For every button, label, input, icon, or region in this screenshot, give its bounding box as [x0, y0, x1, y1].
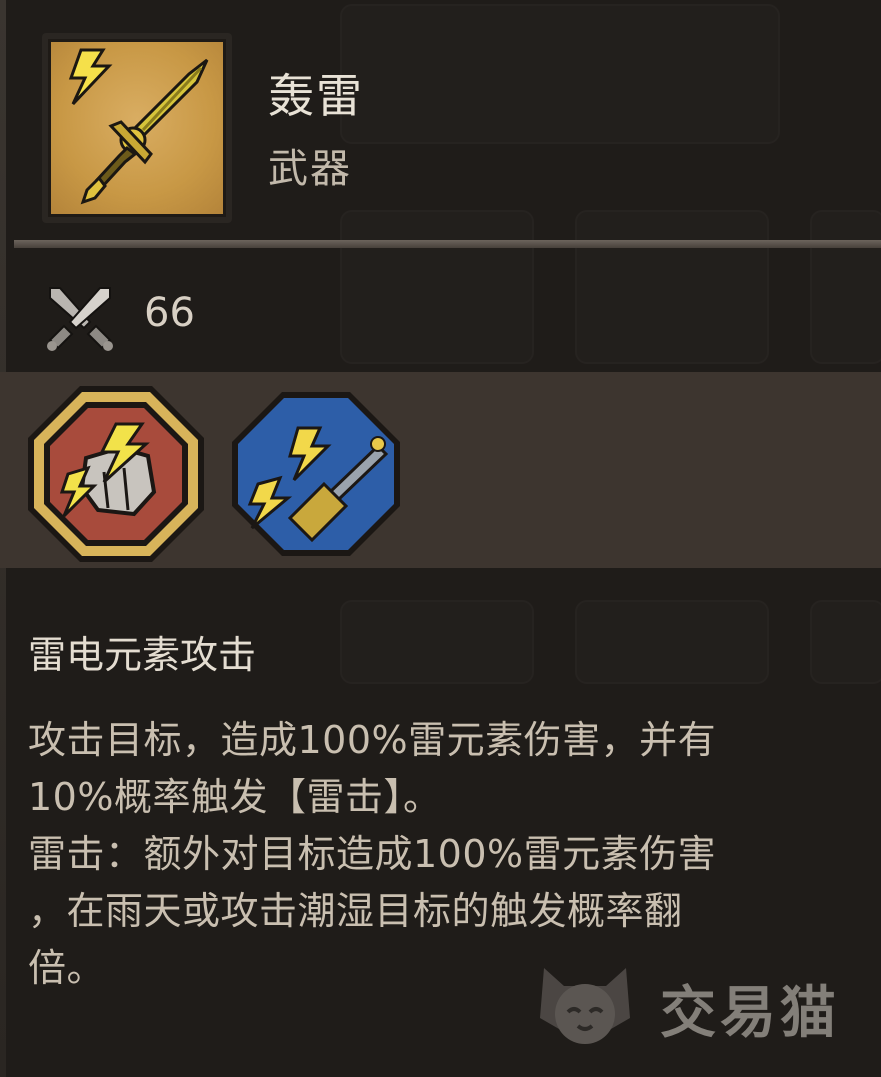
skill-thunder-fist[interactable] [24, 382, 208, 566]
skill-title: 雷电元素攻击 [28, 633, 257, 677]
watermark: 交易猫 [530, 958, 860, 1048]
thunder-fist-icon [28, 386, 204, 562]
description-line: 10%概率触发【雷击】。 [28, 775, 442, 819]
description-line: 攻击目标，造成100%雷元素伤害，并有 [28, 718, 717, 762]
lightning-hammer-icon [232, 392, 400, 556]
header-divider [14, 240, 881, 248]
skill-lightning-hammer[interactable] [228, 388, 404, 560]
cat-logo-icon [540, 968, 630, 1044]
lightning-sword-icon [48, 39, 226, 217]
item-name: 轰雷 [268, 69, 364, 123]
item-icon-frame [42, 33, 232, 223]
description-line: ，在雨天或攻击潮湿目标的触发概率翻 [28, 889, 683, 933]
crossed-swords-icon [44, 282, 116, 354]
skill-description: 攻击目标，造成100%雷元素伤害，并有 10%概率触发【雷击】。 雷击：额外对目… [28, 712, 874, 997]
watermark-text: 交易猫 [660, 981, 840, 1046]
attack-value: 66 [144, 290, 195, 336]
description-line: 雷击：额外对目标造成100%雷元素伤害 [28, 832, 717, 876]
item-type: 武器 [268, 146, 352, 192]
